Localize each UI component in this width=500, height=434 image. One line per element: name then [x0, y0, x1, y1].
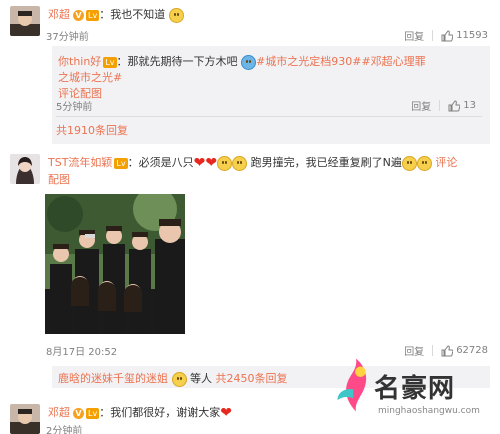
comment-tst: TST流年如颖Lv：必须是八只❤❤ 跑男撞完，我已经重复刷了N遍 评论 配图: [0, 148, 500, 358]
laugh-emoji-icon: [401, 155, 417, 171]
divider: [439, 100, 441, 111]
like-count: 13: [463, 100, 476, 111]
member-level-badge: Lv: [103, 56, 117, 68]
avatar[interactable]: [10, 404, 40, 434]
reply-username[interactable]: 你thin好: [58, 55, 101, 68]
reply-thread: 你thin好 Lv ：那就先期待一下方木吧 #城市之光定档930##邓超心理罪之城市…: [52, 46, 490, 144]
thumbs-up-icon: [441, 29, 454, 41]
heart-icon: ❤: [205, 155, 218, 171]
member-level-badge: Lv: [86, 9, 100, 21]
doraemon-emoji-icon: [241, 54, 257, 70]
avatar[interactable]: [10, 154, 40, 184]
like-button[interactable]: 11593: [441, 29, 488, 42]
like-count: 11593: [456, 30, 488, 41]
hashtag-link[interactable]: #城市之光定档930#: [256, 55, 361, 68]
comment-text: ：我们都很好，谢谢大家: [99, 406, 221, 419]
view-all-replies-link[interactable]: 共1910条回复: [56, 122, 128, 138]
avatar[interactable]: [10, 6, 40, 36]
reply-time: 5分钟前: [56, 102, 93, 113]
comment-picture-link[interactable]: 配图: [48, 173, 70, 186]
reply-button[interactable]: 回复: [404, 28, 424, 43]
comment-text: ：我也不知道: [99, 8, 166, 21]
thumbs-up-icon: [448, 99, 461, 111]
comment-time: 2分钟前: [46, 426, 83, 434]
member-level-badge: Lv: [114, 157, 128, 169]
heart-icon: ❤: [220, 405, 232, 421]
reply-text: ：那就先期待一下方木吧: [116, 55, 238, 68]
grin-emoji-icon: [168, 7, 184, 23]
heart-icon: ❤: [193, 155, 206, 171]
comment-time: 8月17日 20:52: [46, 347, 118, 358]
comment-picture-link[interactable]: 评论: [435, 156, 457, 169]
reply-username[interactable]: 鹿晗的迷妹千玺的迷姐: [58, 372, 168, 385]
verified-icon: V: [73, 9, 84, 21]
reply-button[interactable]: 回复: [411, 98, 431, 113]
site-watermark: 名豪网 minghaoshangwu.com: [330, 330, 500, 434]
laugh-emoji-icon: [416, 155, 432, 171]
divider: [432, 30, 434, 41]
divider: [56, 116, 482, 117]
shy-emoji-icon: [232, 155, 248, 171]
comment-username[interactable]: 邓超: [48, 406, 70, 419]
reply-summary-text: 等人: [190, 372, 212, 385]
verified-icon: V: [73, 407, 84, 419]
shy-emoji-icon: [171, 371, 187, 387]
comment-username[interactable]: 邓超: [48, 8, 70, 21]
member-level-badge: Lv: [86, 407, 100, 419]
shy-emoji-icon: [217, 155, 233, 171]
comment-time: 37分钟前: [46, 32, 89, 43]
watermark-title: 名豪网: [374, 374, 456, 404]
comment-photo[interactable]: [45, 194, 185, 334]
comment-deng-chao-1: 邓超 V Lv ：我也不知道 37分钟前 回复 11593: [0, 0, 500, 46]
comment-username[interactable]: TST流年如颖: [48, 156, 112, 169]
watermark-logo-icon: [337, 358, 367, 412]
comment-text: ：必须是八只: [127, 156, 194, 169]
view-all-replies-link[interactable]: 共2450条回复: [216, 372, 288, 385]
like-button[interactable]: 13: [448, 99, 476, 112]
comment-text: 跑男撞完，我已经重复刷了N遍: [250, 156, 402, 169]
watermark-url: minghaoshangwu.com: [378, 406, 480, 416]
